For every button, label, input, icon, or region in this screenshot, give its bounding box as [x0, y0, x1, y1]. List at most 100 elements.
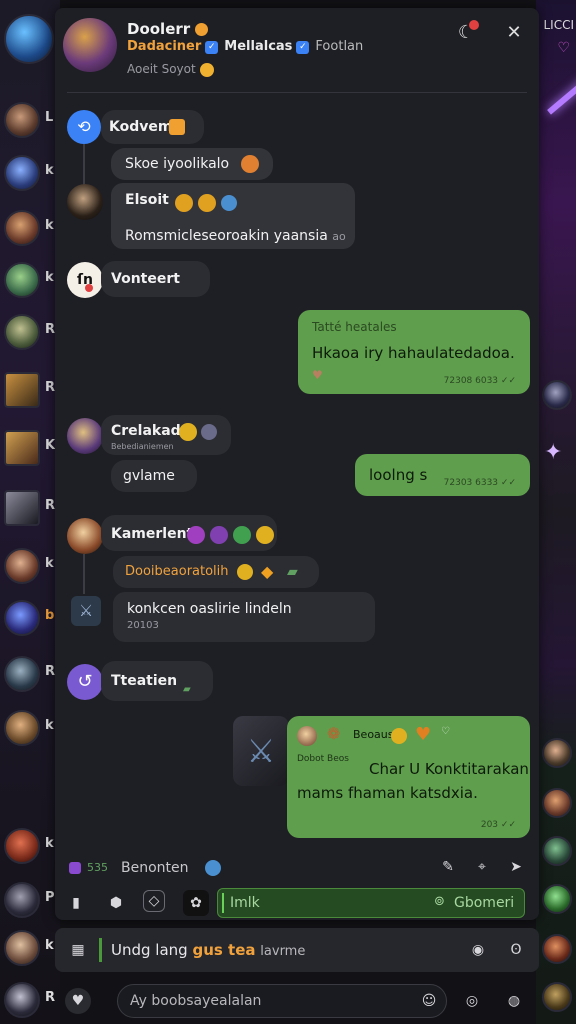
camera-icon[interactable]: ◎: [459, 988, 485, 1014]
sticker-image[interactable]: ⚔: [233, 716, 289, 786]
contact-avatar[interactable]: [4, 430, 40, 466]
author-avatar[interactable]: ſn: [67, 262, 103, 298]
author-name-pill[interactable]: Tteatien: [101, 661, 214, 701]
contact-initial: k: [45, 218, 54, 233]
message-input[interactable]: Imlk ⊚ Gbomeri: [217, 888, 525, 918]
green-emoji-icon: [233, 525, 252, 544]
grin-emoji-icon: [198, 193, 217, 212]
channel-avatar[interactable]: [63, 18, 117, 72]
author-name-pill[interactable]: Kodvem: [101, 110, 205, 144]
contact-avatar[interactable]: [4, 210, 40, 246]
author-name: Elsoit: [125, 192, 169, 208]
contact-avatar[interactable]: [4, 930, 40, 966]
pin-icon[interactable]: ⌖: [469, 854, 495, 880]
basketball-emoji-icon: [241, 155, 259, 173]
compose-bar[interactable]: ▦ Undg lang gus tea lavrme ◉ ʘ: [55, 928, 539, 972]
contact-avatar[interactable]: [4, 262, 40, 298]
contact-avatar[interactable]: [4, 882, 40, 918]
pen-icon[interactable]: ✎: [435, 854, 461, 880]
reply-header: Tatté heatales: [312, 320, 397, 334]
heart-icon[interactable]: ♥: [65, 988, 91, 1014]
author-avatar[interactable]: ↺: [67, 664, 103, 700]
author-avatar[interactable]: [67, 184, 103, 220]
compose-text: Undg lang gus tea lavrme: [111, 941, 305, 959]
angry-emoji-icon: [175, 193, 193, 212]
author-subtitle: Bebedianiemen: [111, 442, 174, 451]
contact-avatar[interactable]: [4, 490, 40, 526]
heart-icon: ♥: [312, 368, 323, 382]
gift-icon[interactable]: ⬢: [103, 890, 129, 916]
contact-avatar[interactable]: [542, 738, 572, 768]
contact-avatar[interactable]: [4, 548, 40, 584]
compose-highlight: gus tea: [192, 941, 256, 959]
contact-avatar[interactable]: [542, 788, 572, 818]
cash-icon: ▰: [183, 684, 191, 695]
grid-icon[interactable]: ▦: [65, 937, 91, 963]
contact-avatar[interactable]: [4, 314, 40, 350]
camera-icon[interactable]: ⊚: [434, 894, 445, 909]
contact-avatar[interactable]: [542, 934, 572, 964]
message-card: [113, 592, 375, 642]
diamond-icon: ◆: [261, 562, 274, 581]
compose-text-main: Undg lang: [111, 941, 188, 959]
thumbs-up-icon[interactable]: ▮: [63, 890, 89, 916]
member-badge: [69, 862, 81, 874]
author-avatar[interactable]: [67, 518, 103, 554]
ghost-emoji-icon: [201, 424, 217, 440]
verified-icon: ✓: [205, 41, 219, 54]
author-name: Kamerlent: [111, 526, 194, 542]
contact-avatar[interactable]: [4, 372, 40, 408]
emoji-reactions: [187, 524, 275, 544]
input-label: Imlk: [230, 895, 260, 911]
voice-icon[interactable]: ʘ: [503, 937, 529, 963]
emoji-icon[interactable]: ☺: [416, 988, 442, 1014]
purple-emoji-icon: [187, 525, 205, 544]
sticker-icon[interactable]: ✿: [183, 890, 209, 916]
author-avatar[interactable]: [67, 418, 103, 454]
mic-icon[interactable]: ◍: [501, 988, 527, 1014]
contact-initial: R: [45, 380, 56, 395]
image-icon[interactable]: ◇: [143, 890, 165, 912]
contact-avatar[interactable]: [4, 656, 40, 692]
contact-avatar[interactable]: [4, 982, 40, 1018]
contact-avatar[interactable]: [542, 884, 572, 914]
contact-avatar[interactable]: [542, 380, 572, 410]
contact-avatar[interactable]: [4, 155, 40, 191]
contact-initial: R: [45, 498, 56, 513]
emoji-reactions: [175, 192, 238, 212]
contact-avatar[interactable]: [542, 836, 572, 866]
outgoing-message: loolng s 72303 6333 ✓✓: [355, 454, 530, 496]
author-avatar[interactable]: ⟲: [67, 110, 101, 144]
subtitle-highlight: Dadaciner: [127, 39, 202, 54]
message-text: konkcen oaslirie lindeln: [127, 601, 292, 617]
contact-initial: b: [45, 608, 55, 623]
send-icon[interactable]: ➤: [503, 854, 529, 880]
contact-avatar[interactable]: [4, 102, 40, 138]
outgoing-message: Tatté heatales Hkaoa iry hahaulatedadoa.…: [298, 310, 530, 394]
attachment-icon[interactable]: ⚔: [71, 596, 101, 626]
close-icon[interactable]: ✕: [503, 22, 525, 44]
contact-avatar[interactable]: [4, 828, 40, 864]
contact-avatar[interactable]: [4, 710, 40, 746]
author-name-pill[interactable]: Vonteert: [101, 261, 210, 297]
contact-avatar[interactable]: [4, 14, 54, 64]
bottom-input-placeholder: Ay boobsayealalan: [130, 993, 262, 1009]
heart-icon[interactable]: ♡: [557, 40, 570, 56]
contact-initial: k: [45, 718, 54, 733]
fire-emoji-icon: [195, 23, 209, 36]
compose-divider: [99, 938, 102, 962]
message-text-line2: mams fhaman katsdxia.: [297, 784, 478, 802]
chat-header: Doolerr Dadaciner ✓ Mellalcas ✓ Footlan Aoei…: [55, 8, 539, 93]
pizza-emoji-icon: [169, 119, 185, 135]
header-divider: [67, 92, 527, 93]
compose-tail: lavrme: [260, 944, 306, 959]
message-text: loolng s: [369, 466, 428, 484]
contact-avatar[interactable]: [542, 982, 572, 1012]
message-time: 203 ✓✓: [480, 820, 516, 830]
contact-initial: k: [45, 938, 54, 953]
contact-avatar[interactable]: [4, 600, 40, 636]
record-icon[interactable]: ◉: [465, 937, 491, 963]
member-count: 535: [87, 861, 108, 874]
outgoing-message: ❁ Beoaus ♥ ♡ Dobot Beos Char U Konktitar…: [287, 716, 530, 838]
bottom-input[interactable]: Ay boobsayealalan ☺: [117, 984, 447, 1018]
